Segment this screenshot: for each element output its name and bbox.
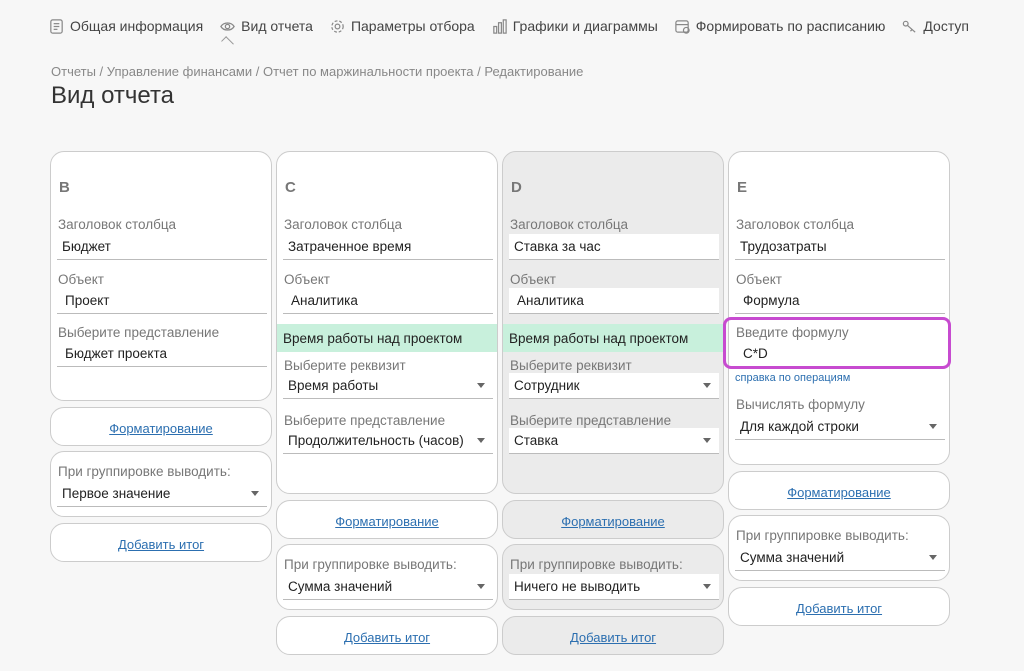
object-label: Объект	[510, 272, 556, 287]
format-card: Форматирование	[502, 500, 724, 539]
grouping-select[interactable]: Сумма значений	[283, 574, 493, 600]
grouping-label: При группировке выводить:	[510, 557, 683, 572]
analytic-item[interactable]: Время работы над проектом	[277, 324, 497, 352]
tab-report-view-label: Вид отчета	[241, 18, 313, 34]
column-letter: B	[59, 179, 70, 196]
grouping-select[interactable]: Сумма значений	[735, 545, 945, 571]
analytic-item[interactable]: Время работы над проектом	[503, 324, 723, 352]
object-field[interactable]: Проект	[57, 288, 267, 314]
format-link[interactable]: Форматирование	[729, 485, 949, 500]
header-label: Заголовок столбца	[58, 217, 177, 232]
view-label: Выберите представление	[284, 413, 446, 428]
format-link[interactable]: Форматирование	[503, 514, 723, 529]
tab-charts[interactable]: Графики и диаграммы	[491, 14, 658, 38]
column-c-main-card: C Заголовок столбца Затраченное время Об…	[276, 151, 498, 494]
tab-general-info[interactable]: Общая информация	[48, 14, 203, 38]
requisite-select[interactable]: Сотрудник	[509, 373, 719, 399]
requisite-label: Выберите реквизит	[510, 358, 632, 373]
header-label: Заголовок столбца	[736, 217, 855, 232]
chart-icon	[492, 18, 507, 34]
format-link[interactable]: Форматирование	[277, 514, 497, 529]
column-letter: E	[737, 179, 748, 196]
object-label: Объект	[736, 272, 782, 287]
add-total-link[interactable]: Добавить итог	[729, 601, 949, 616]
grouping-card: При группировке выводить: Первое значени…	[50, 451, 272, 517]
view-label: Выберите представление	[58, 325, 220, 340]
column-letter: C	[285, 179, 296, 196]
requisite-select[interactable]: Время работы	[283, 373, 493, 399]
tab-general-info-label: Общая информация	[70, 18, 204, 34]
view-select[interactable]: Продолжительность (часов)	[283, 428, 493, 454]
header-label: Заголовок столбца	[510, 217, 629, 232]
key-icon	[903, 20, 916, 33]
page-title: Вид отчета	[51, 82, 175, 109]
grouping-label: При группировке выводить:	[284, 557, 457, 572]
view-field[interactable]: Бюджет проекта	[57, 341, 267, 367]
header-input[interactable]: Трудозатраты	[735, 234, 945, 260]
document-icon	[50, 18, 63, 34]
grouping-card: При группировке выводить: Сумма значений	[728, 515, 950, 581]
tab-schedule[interactable]: Формировать по расписанию	[674, 14, 886, 38]
format-card: Форматирование	[50, 407, 272, 446]
format-card: Форматирование	[728, 471, 950, 510]
header-input[interactable]: Затраченное время	[283, 234, 493, 260]
column-letter: D	[511, 179, 522, 196]
column-e-main-card: E Заголовок столбца Трудозатраты Объект …	[723, 151, 951, 465]
add-total-card: Добавить итог	[276, 616, 498, 655]
top-nav: Общая информация Вид отчета Параметры от…	[48, 14, 985, 38]
tab-schedule-label: Формировать по расписанию	[695, 18, 886, 34]
format-card: Форматирование	[276, 500, 498, 539]
add-total-card: Добавить итог	[50, 523, 272, 562]
add-total-link[interactable]: Добавить итог	[51, 537, 271, 552]
object-label: Объект	[58, 272, 104, 287]
grouping-select[interactable]: Ничего не выводить	[509, 574, 719, 600]
tab-access-label: Доступ	[923, 18, 969, 34]
tab-filter-params-label: Параметры отбора	[350, 18, 475, 34]
grouping-card: При группировке выводить: Ничего не выво…	[502, 544, 724, 610]
add-total-link[interactable]: Добавить итог	[277, 630, 497, 645]
tab-charts-label: Графики и диаграммы	[512, 18, 658, 34]
column-b-main-card: B Заголовок столбца Бюджет Объект Проект…	[50, 151, 272, 401]
grouping-select[interactable]: Первое значение	[57, 481, 267, 507]
grouping-label: При группировке выводить:	[58, 464, 231, 479]
tab-access[interactable]: Доступ	[901, 14, 969, 38]
header-label: Заголовок столбца	[284, 217, 403, 232]
operations-help-link[interactable]: справка по операциям	[735, 372, 850, 384]
formula-highlight	[723, 317, 951, 369]
breadcrumb[interactable]: Отчеты / Управление финансами / Отчет по…	[51, 64, 583, 79]
object-field[interactable]: Формула	[735, 288, 945, 314]
add-total-card: Добавить итог	[502, 616, 724, 655]
gear-icon	[331, 19, 344, 33]
object-field[interactable]: Аналитика	[509, 288, 719, 314]
column-d-main-card: D Заголовок столбца Ставка за час Объект…	[502, 151, 724, 494]
object-label: Объект	[284, 272, 330, 287]
view-select[interactable]: Ставка	[509, 428, 719, 454]
header-input[interactable]: Бюджет	[57, 234, 267, 260]
calendar-icon	[675, 19, 690, 34]
object-field[interactable]: Аналитика	[283, 288, 493, 314]
eye-icon	[220, 21, 235, 31]
add-total-link[interactable]: Добавить итог	[503, 630, 723, 645]
calc-select[interactable]: Для каждой строки	[735, 414, 945, 440]
add-total-card: Добавить итог	[728, 587, 950, 626]
grouping-label: При группировке выводить:	[736, 528, 909, 543]
format-link[interactable]: Форматирование	[51, 421, 271, 436]
view-label: Выберите представление	[510, 413, 672, 428]
tab-report-view[interactable]: Вид отчета	[219, 14, 313, 38]
tab-filter-params[interactable]: Параметры отбора	[329, 14, 475, 38]
calc-label: Вычислять формулу	[736, 397, 865, 412]
requisite-label: Выберите реквизит	[284, 358, 406, 373]
grouping-card: При группировке выводить: Сумма значений	[276, 544, 498, 610]
header-input[interactable]: Ставка за час	[509, 234, 719, 260]
